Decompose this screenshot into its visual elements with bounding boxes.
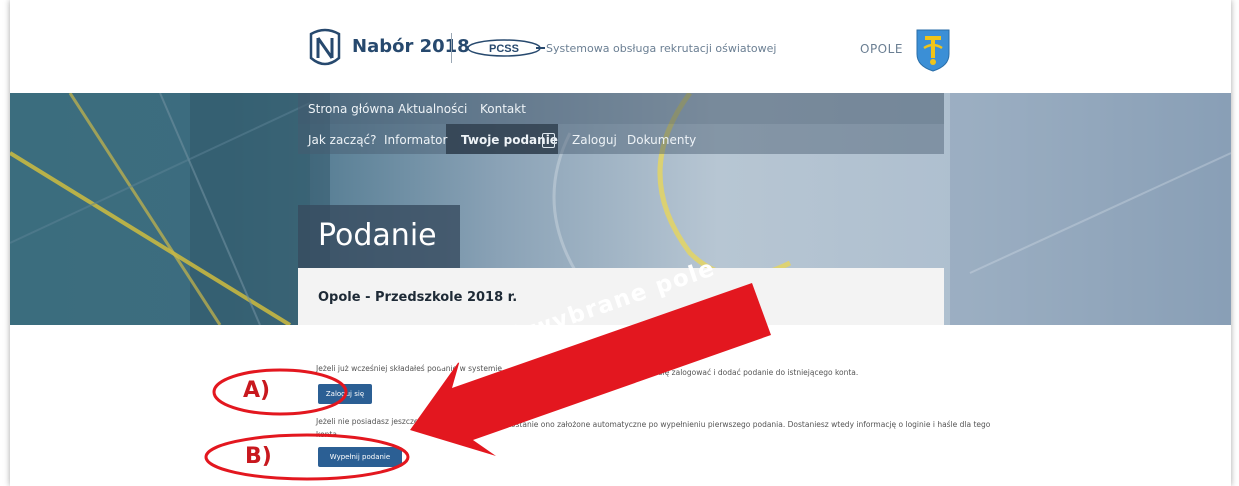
info-text-b-end: zostanie ono założone automatyczne po wy… xyxy=(507,420,991,429)
brand-title: Nabór 2018 xyxy=(352,36,470,57)
annotation-label-b: B) xyxy=(245,444,272,469)
info-text-b-start: Jeżeli nie posiadasz jeszcze xyxy=(316,417,419,426)
header-divider xyxy=(451,33,452,63)
info-text-a-end: możesz się zalogować i dodać podanie do … xyxy=(628,368,859,377)
nav-zaloguj[interactable]: Zaloguj xyxy=(572,133,617,147)
login-button[interactable]: Zaloguj się xyxy=(318,384,372,404)
annotation-label-a: A) xyxy=(243,378,271,403)
opole-crest-icon xyxy=(916,29,950,72)
page-title: Podanie xyxy=(318,218,437,253)
nav-jak-zaczac[interactable]: Jak zacząć? xyxy=(308,133,377,147)
document-icon xyxy=(542,133,555,148)
nav-kontakt[interactable]: Kontakt xyxy=(480,102,526,116)
city-label: OPOLE xyxy=(860,42,903,56)
primary-nav-bar xyxy=(298,93,944,124)
info-text-b-line2: konta. xyxy=(316,430,340,439)
nav-dokumenty[interactable]: Dokumenty xyxy=(627,133,696,147)
nabor-logo-icon xyxy=(309,28,341,66)
fill-application-button[interactable]: Wypełnij podanie xyxy=(318,447,402,467)
nav-strona-glowna[interactable]: Strona główna xyxy=(308,102,394,116)
nav-informator[interactable]: Informator xyxy=(384,133,447,147)
info-text-a-start: Jeżeli już wcześniej składałeś podanie w… xyxy=(316,364,502,373)
page-subtitle: Opole - Przedszkole 2018 r. xyxy=(318,290,518,305)
pcss-logo-text: PCSS xyxy=(489,43,519,55)
nav-aktualnosci[interactable]: Aktualności xyxy=(398,102,467,116)
tagline: Systemowa obsługa rekrutacji oświatowej xyxy=(546,42,777,55)
pcss-logo-icon: PCSS xyxy=(467,39,545,57)
